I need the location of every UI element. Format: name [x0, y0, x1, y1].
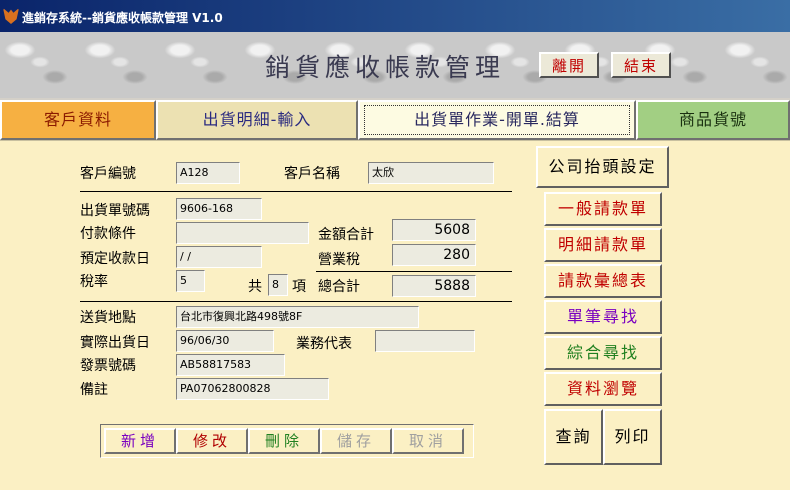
customer-id-label: 客戶編號 [80, 166, 136, 182]
header-banner: 銷貨應收帳款管理 離開 結束 [0, 32, 790, 98]
payment-terms-field[interactable] [176, 222, 309, 244]
tab-product-code[interactable]: 商品貨號 [636, 100, 790, 140]
expected-date-label: 預定收款日 [80, 251, 150, 267]
end-button[interactable]: 結束 [611, 52, 671, 78]
items-count-field: 8 [268, 274, 288, 296]
app-icon [3, 8, 19, 24]
invoice-no-field[interactable]: AB58817583 [176, 354, 285, 376]
amount-total-field: 5608 [392, 219, 476, 241]
remarks-field[interactable]: PA07062800828 [176, 378, 329, 400]
delivery-address-label: 送貨地點 [80, 310, 136, 326]
query-button[interactable]: 查詢 [544, 409, 603, 465]
window-title: 進銷存系統--銷貨應收帳款管理 V1.0 [22, 11, 223, 25]
divider [316, 271, 512, 272]
tax-rate-field[interactable]: 5 [176, 270, 205, 292]
sales-rep-label: 業務代表 [296, 336, 352, 352]
delete-button[interactable]: 刪除 [248, 428, 320, 454]
action-button-group: 新增 修改 刪除 儲存 取消 [100, 424, 474, 458]
browse-data-button[interactable]: 資料瀏覽 [544, 372, 662, 406]
page-title: 銷貨應收帳款管理 [265, 53, 506, 82]
remarks-label: 備註 [80, 382, 108, 398]
save-button[interactable]: 儲存 [320, 428, 392, 454]
invoice-summary-button[interactable]: 請款彙總表 [544, 264, 662, 298]
expected-date-field[interactable]: / / [176, 246, 262, 268]
divider [80, 191, 512, 192]
amount-total-label: 金額合計 [318, 227, 374, 243]
combined-search-button[interactable]: 綜合尋找 [544, 336, 662, 370]
grand-total-field: 5888 [392, 275, 476, 297]
items-prefix-label: 共 [248, 279, 262, 295]
window-titlebar: 進銷存系統--銷貨應收帳款管理 V1.0 [0, 0, 790, 32]
sales-rep-field[interactable] [375, 330, 475, 352]
exit-button[interactable]: 離開 [539, 52, 599, 78]
general-invoice-button[interactable]: 一般請款單 [544, 192, 662, 226]
order-no-label: 出貨單號碼 [80, 203, 150, 219]
detail-invoice-button[interactable]: 明細請款單 [544, 228, 662, 262]
ship-date-label: 實際出貨日 [80, 335, 150, 351]
divider [80, 301, 512, 302]
business-tax-label: 營業稅 [318, 252, 360, 268]
single-search-button[interactable]: 單筆尋找 [544, 300, 662, 334]
items-suffix-label: 項 [292, 279, 306, 295]
business-tax-field: 280 [392, 244, 476, 266]
tab-order-settlement-label: 出貨單作業-開單.結算 [364, 105, 630, 135]
customer-name-label: 客戶名稱 [284, 166, 340, 182]
grand-total-label: 總合計 [318, 279, 360, 295]
customer-id-field[interactable]: A128 [176, 162, 240, 184]
invoice-no-label: 發票號碼 [80, 358, 136, 374]
main-panel: 客戶編號 A128 客戶名稱 太欣 出貨單號碼 9606-168 付款條件 金額… [0, 140, 790, 490]
customer-name-field[interactable]: 太欣 [368, 162, 494, 184]
payment-terms-label: 付款條件 [80, 226, 136, 242]
tab-shipment-detail-input[interactable]: 出貨明細-輸入 [156, 100, 358, 140]
tax-rate-label: 稅率 [80, 274, 108, 290]
tab-bar: 客戶資料 出貨明細-輸入 出貨單作業-開單.結算 商品貨號 [0, 98, 790, 140]
tab-customer-data[interactable]: 客戶資料 [0, 100, 156, 140]
edit-button[interactable]: 修改 [176, 428, 248, 454]
ship-date-field[interactable]: 96/06/30 [176, 330, 274, 352]
print-button[interactable]: 列印 [603, 409, 662, 465]
add-button[interactable]: 新增 [104, 428, 176, 454]
order-no-field[interactable]: 9606-168 [176, 198, 262, 220]
cancel-button[interactable]: 取消 [392, 428, 464, 454]
company-header-settings-button[interactable]: 公司抬頭設定 [536, 146, 669, 188]
tab-order-settlement[interactable]: 出貨單作業-開單.結算 [358, 100, 636, 140]
delivery-address-field[interactable]: 台北市復興北路498號8F [176, 306, 419, 328]
